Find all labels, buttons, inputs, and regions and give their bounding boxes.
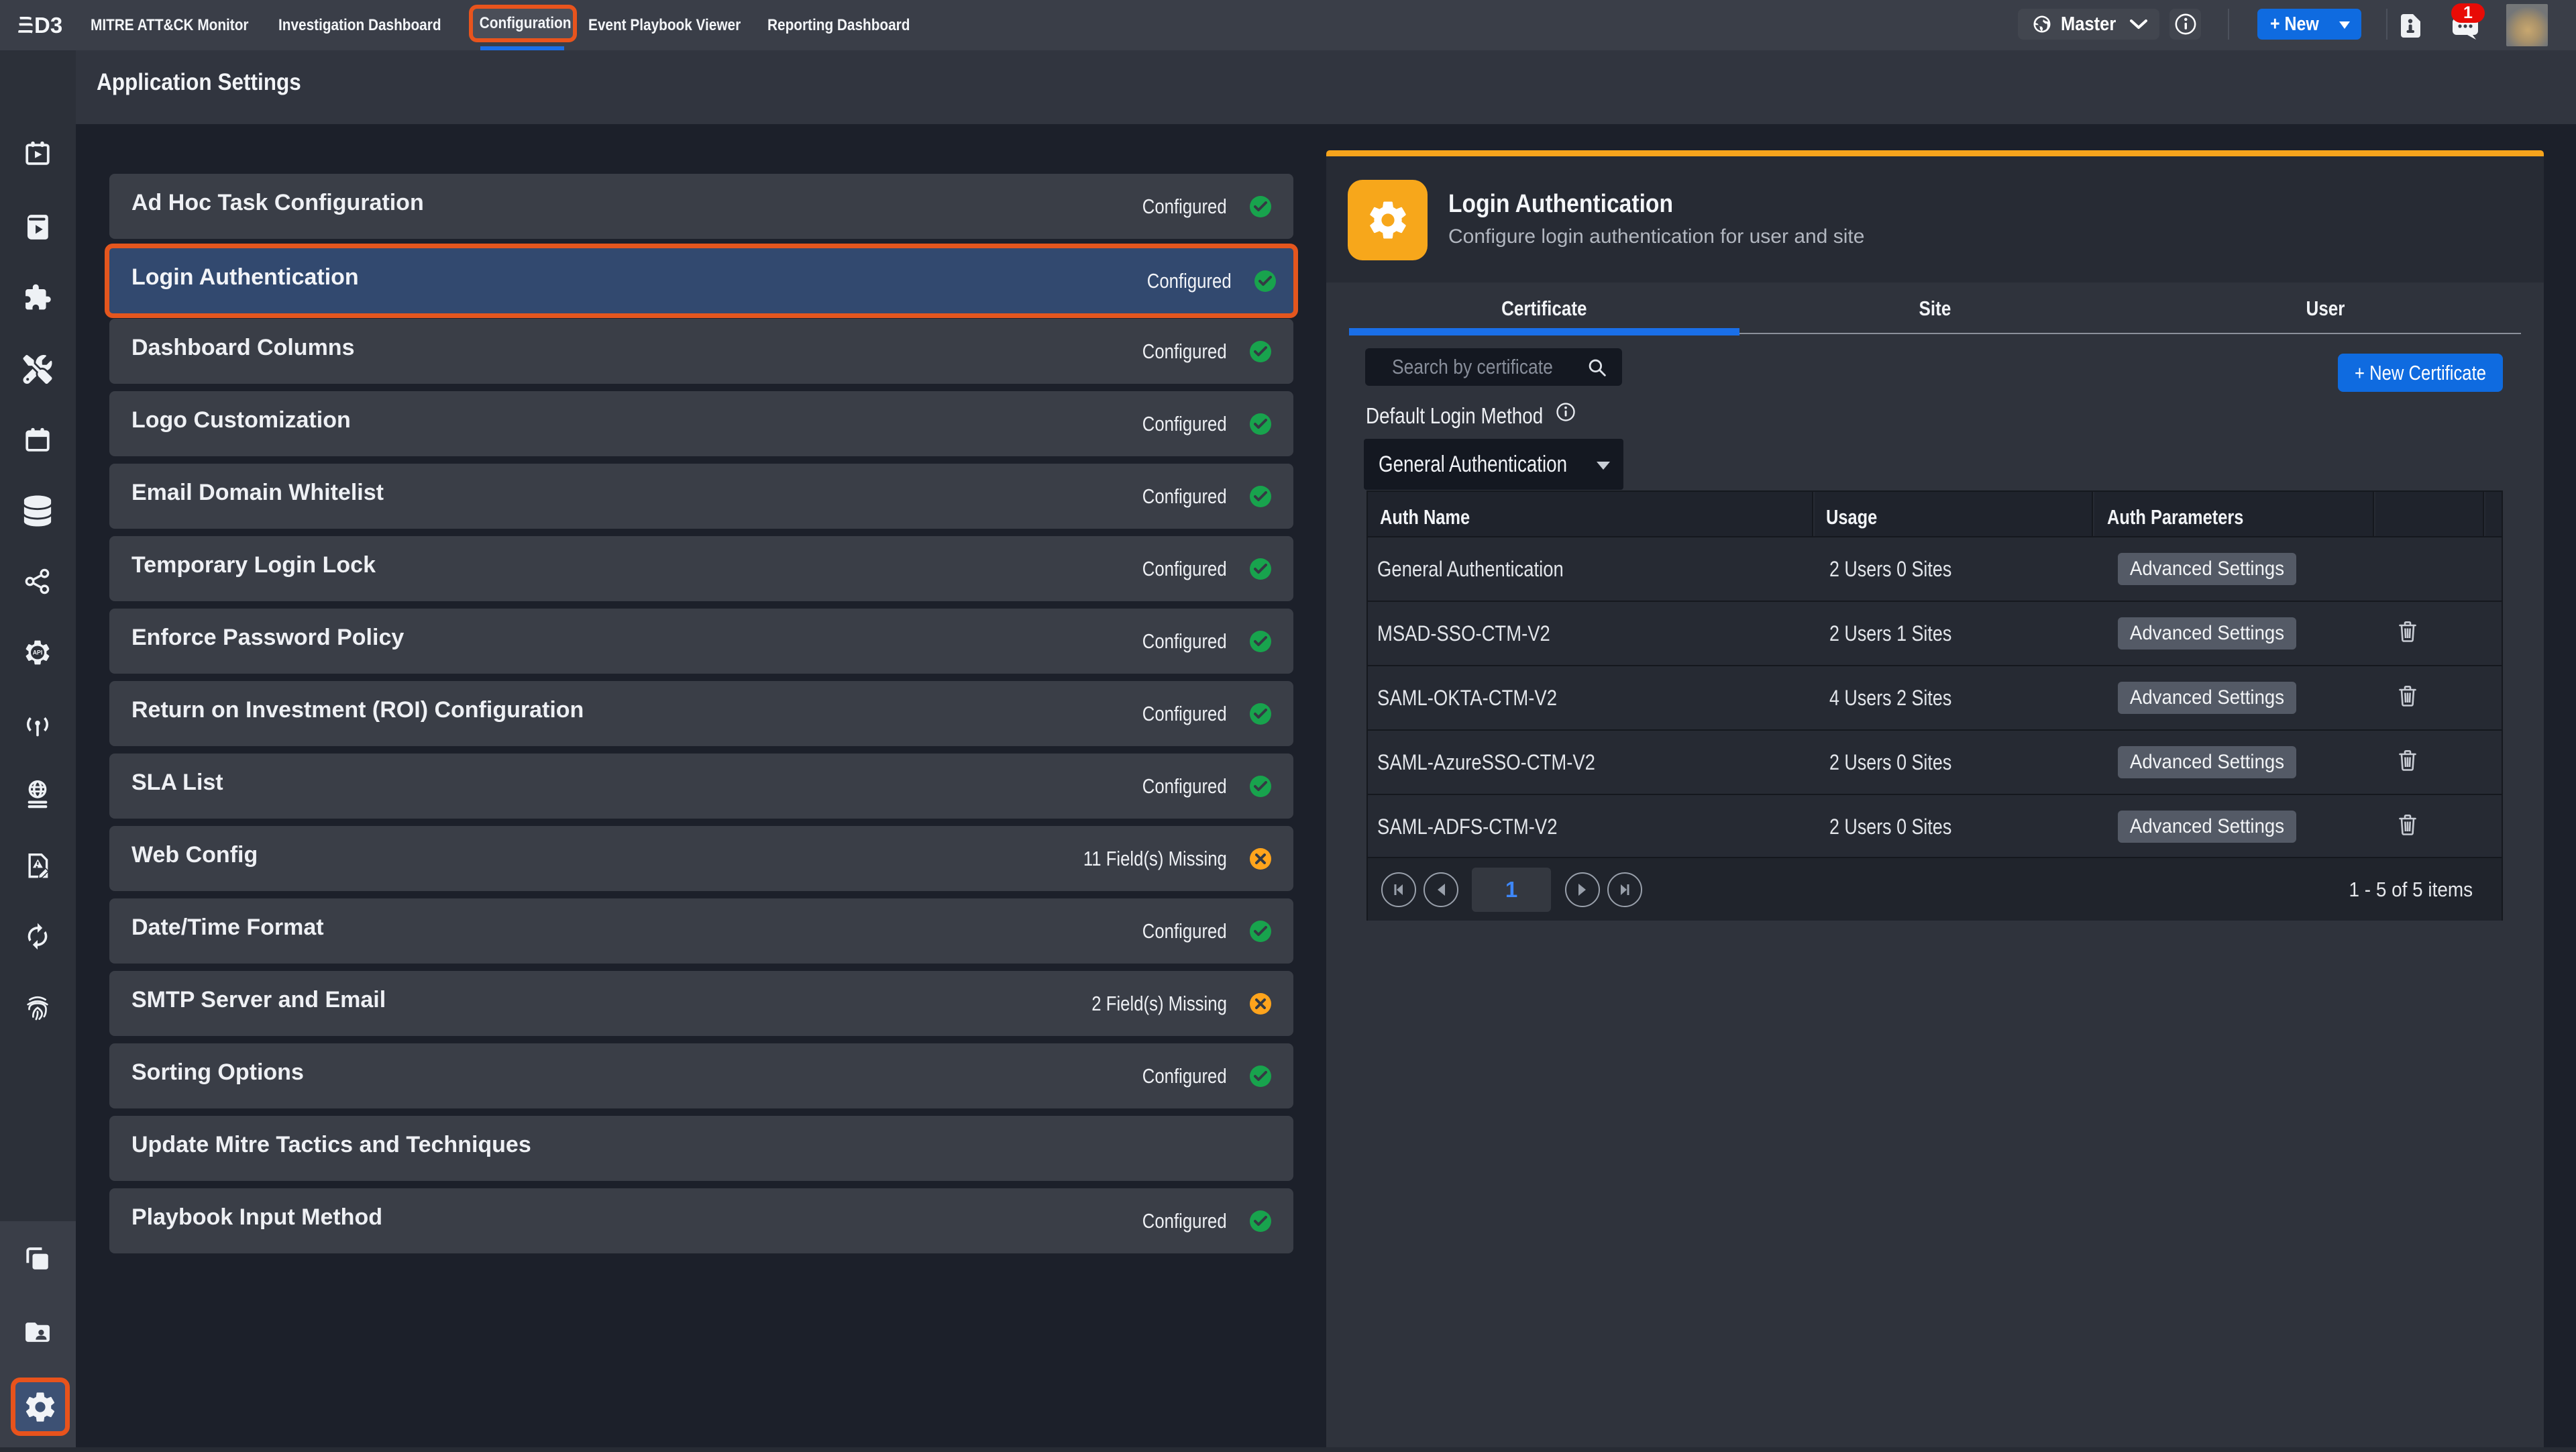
svg-text:API: API [33, 650, 43, 656]
svg-text:D3: D3 [34, 14, 62, 36]
